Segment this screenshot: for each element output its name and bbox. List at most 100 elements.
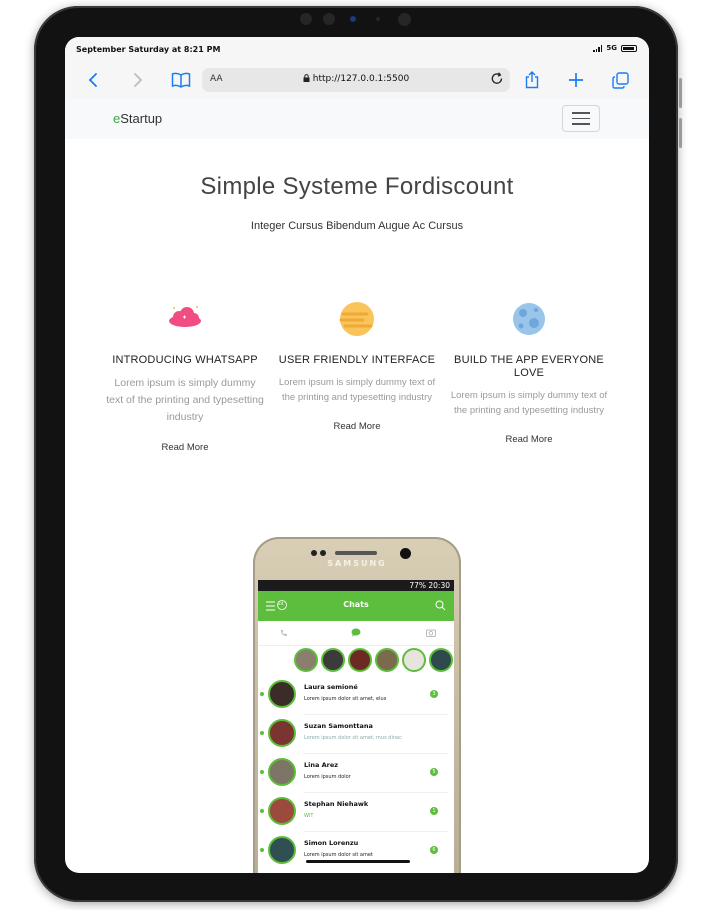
page-subtitle: Integer Cursus Bibendum Augue Ac Cursus: [250, 220, 464, 232]
feature-card: INTRODUCING WHATSAPP Lorem ipsum is simp…: [105, 299, 265, 455]
feature-title: BUILD THE APP EVERYONE LOVE: [454, 354, 604, 379]
feature-card: BUILD THE APP EVERYONE LOVE Lorem ipsum …: [449, 299, 609, 447]
phone-call-icon: [281, 630, 287, 636]
feature-title: USER FRIENDLY INTERFACE: [278, 354, 436, 366]
front-camera-icon: [400, 548, 411, 559]
feature-description: Lorem ipsum is simply dummy text of the …: [106, 377, 264, 423]
address-bar[interactable]: AA http://127.0.0.1:5500: [202, 68, 510, 92]
reload-icon[interactable]: [490, 72, 504, 86]
feature-description: Lorem ipsum is simply dummy text of the …: [450, 390, 608, 416]
site-brand[interactable]: eStartup: [113, 111, 162, 126]
device-screen: September Saturday at 8:21 PM 5G AA http…: [65, 37, 649, 873]
feature-description: Lorem ipsum is simply dummy text of the …: [278, 377, 436, 403]
avatar: [268, 797, 296, 825]
avatar: [294, 648, 318, 672]
read-more-link[interactable]: Read More: [162, 442, 209, 453]
camera-icon: [350, 16, 356, 22]
volume-button: [679, 78, 682, 108]
online-indicator: [260, 848, 264, 852]
network-label: 5G: [606, 44, 617, 52]
chat-message: Lorem ipsum dolor sit amet, mus dinec: [304, 735, 402, 741]
chat-list-item[interactable]: Stephan Niehawk WIT 1: [258, 793, 454, 832]
feature-card: USER FRIENDLY INTERFACE Lorem ipsum is s…: [277, 299, 437, 434]
chats-header: 24 Chats: [258, 591, 454, 621]
unread-badge: 5: [430, 768, 438, 776]
avatar: [348, 648, 372, 672]
book-icon: [171, 72, 191, 88]
page-title: Simple Systeme Fordiscount: [200, 173, 514, 200]
avatar: [268, 758, 296, 786]
menu-toggle-button[interactable]: [562, 105, 600, 132]
chat-name: Stephan Niehawk: [304, 800, 369, 808]
phone-top-bezel: SAMSUNG: [253, 537, 461, 581]
plus-icon: [569, 73, 583, 87]
chat-name: Laura semioné: [304, 683, 358, 691]
chats-title: Chats: [343, 600, 369, 609]
phone-tabs: [258, 621, 454, 646]
chat-bubble-icon: [351, 628, 361, 637]
tabs-button[interactable]: [609, 69, 631, 91]
url-display: http://127.0.0.1:5500: [202, 74, 510, 84]
read-more-link[interactable]: Read More: [506, 434, 553, 445]
chevron-left-icon: [88, 73, 97, 87]
battery-icon: [621, 44, 637, 52]
avatar: [268, 836, 296, 864]
unread-badge: 6: [430, 846, 438, 854]
avatar: [429, 648, 453, 672]
status-indicators: 5G: [593, 44, 637, 52]
sensor-icon: [311, 550, 317, 556]
chat-list-item[interactable]: Suzan Samonttana Lorem ipsum dolor sit a…: [258, 715, 454, 754]
sensor-icon: [320, 550, 326, 556]
online-indicator: [260, 731, 264, 735]
speaker-grille: [335, 551, 377, 555]
stories-row: [258, 646, 454, 674]
new-tab-button[interactable]: [565, 69, 587, 91]
avatar: [321, 648, 345, 672]
front-camera-icon: [398, 13, 411, 26]
chat-message: WIT: [304, 813, 314, 819]
tabs-icon: [611, 71, 629, 89]
cloud-icon: [169, 306, 201, 327]
chat-list-item[interactable]: Lina Arez Lorem ipsum dolor 5: [258, 754, 454, 793]
feature-title: INTRODUCING WHATSAPP: [112, 354, 258, 366]
avatar: [402, 648, 426, 672]
chat-message: Lorem ipsum dolor sit amet: [304, 852, 373, 858]
avatar: [375, 648, 399, 672]
back-button[interactable]: [83, 69, 105, 91]
site-navbar: eStartup: [65, 99, 649, 139]
unread-badge: 3: [430, 690, 438, 698]
status-bar: September Saturday at 8:21 PM 5G: [65, 37, 649, 62]
chat-list-item[interactable]: Laura semioné Lorem ipsum dolor sit amet…: [258, 676, 454, 715]
status-time: September Saturday at 8:21 PM: [76, 45, 221, 54]
chat-name: Lina Arez: [304, 761, 339, 769]
forward-button[interactable]: [126, 69, 148, 91]
search-icon: [435, 600, 446, 611]
camera-icon: [426, 629, 436, 637]
chat-message: Lorem ipsum dolor: [304, 774, 351, 780]
bookmarks-button[interactable]: [170, 69, 192, 91]
phone-mockup-image: SAMSUNG 77% 20:30 24 Chats Laura semioné…: [253, 537, 461, 873]
chat-name: Suzan Samonttana: [304, 722, 373, 730]
avatar: [268, 719, 296, 747]
volume-button: [679, 118, 682, 148]
url-text: http://127.0.0.1:5500: [312, 74, 410, 84]
sensor-icon: [323, 13, 335, 25]
phone-status-bar: 77% 20:30: [258, 580, 454, 591]
signal-icon: [593, 44, 603, 52]
home-indicator: [306, 860, 410, 863]
phone-screen: 77% 20:30 24 Chats Laura semioné Lorem i…: [258, 580, 454, 873]
lock-icon: [303, 74, 310, 82]
share-button[interactable]: [521, 69, 543, 91]
chat-message: Lorem ipsum dolor sit amet, elus: [304, 696, 387, 702]
hamburger-icon: [572, 112, 590, 114]
phone-status-text: 77% 20:30: [409, 581, 450, 590]
phone-brand: SAMSUNG: [327, 559, 387, 568]
chevron-right-icon: [134, 73, 143, 87]
chat-list-item[interactable]: Simon Lorenzu Lorem ipsum dolor sit amet…: [258, 832, 454, 871]
share-icon: [525, 71, 539, 89]
read-more-link[interactable]: Read More: [334, 421, 381, 432]
sensor-icon: [300, 13, 312, 25]
sensor-icon: [376, 17, 380, 21]
online-indicator: [260, 692, 264, 696]
online-indicator: [260, 770, 264, 774]
